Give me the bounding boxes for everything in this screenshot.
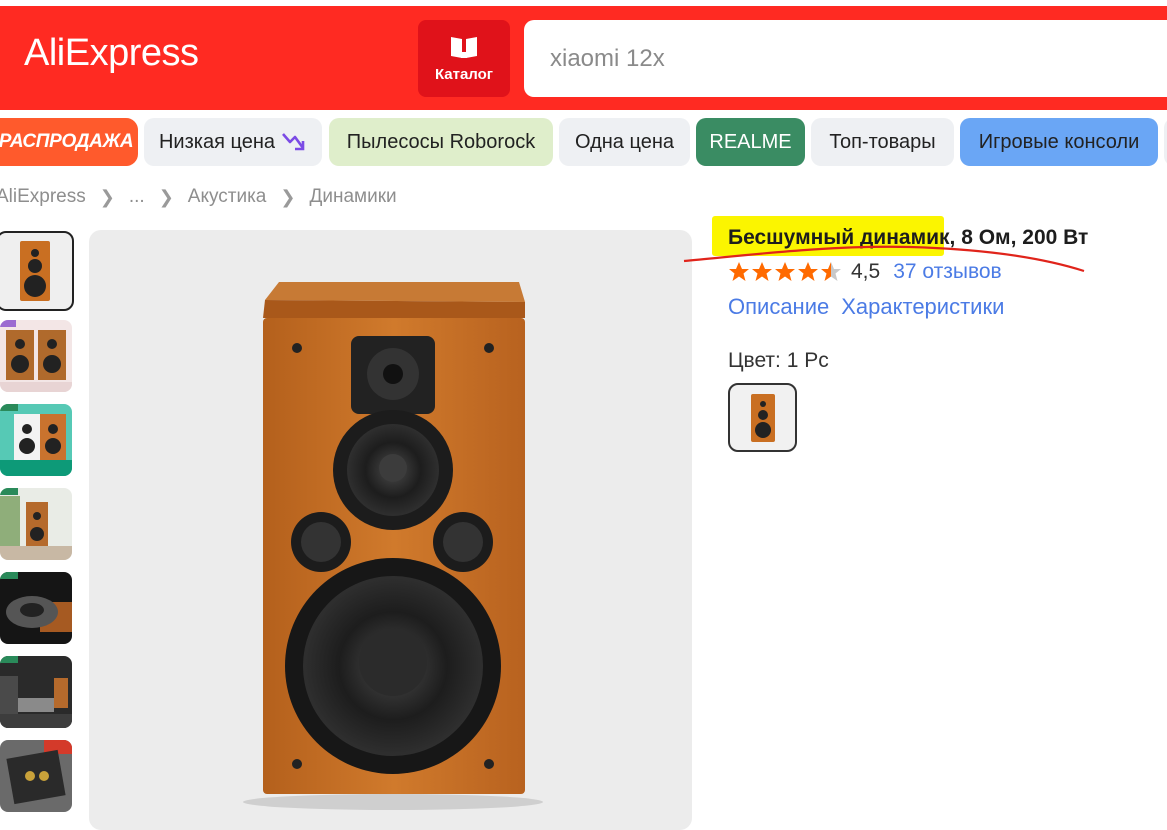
header-bar: AliExpress Каталог	[0, 0, 1167, 110]
thumbnail-3[interactable]	[0, 404, 72, 476]
chip-game-consoles[interactable]: Игровые консоли	[960, 118, 1158, 166]
livingroom-speaker-image	[0, 656, 72, 728]
reviews-link[interactable]: 37 отзывов	[893, 260, 1002, 284]
star-icon	[752, 262, 772, 281]
crossover-board-image	[6, 740, 72, 805]
thumbnail-1[interactable]	[0, 231, 74, 311]
chevron-right-icon: ❯	[99, 186, 115, 207]
tab-description[interactable]: Описание	[728, 294, 829, 320]
search-box[interactable]	[524, 20, 1167, 97]
color-option-1pc[interactable]	[728, 383, 797, 452]
thumbnail-5[interactable]	[0, 572, 72, 644]
rating-value: 4,5	[851, 260, 881, 283]
product-title-highlighted: Бесшумный динамик,	[728, 226, 956, 249]
chip-vacuum[interactable]: Пылесосы Roborock	[329, 118, 553, 166]
catalog-button[interactable]: Каталог	[418, 20, 510, 97]
product-title-rest: 8 Ом, 200 Вт	[955, 226, 1089, 249]
breadcrumb-home[interactable]: AliExpress	[0, 186, 86, 208]
main-product-image[interactable]	[89, 230, 692, 830]
color-swatch-image	[750, 393, 775, 442]
star-half-icon	[821, 262, 841, 281]
product-tabs: Описание Характеристики	[728, 294, 1016, 320]
star-icon	[775, 262, 795, 281]
color-label: Цвет: 1 Pc	[728, 349, 829, 372]
book-open-icon	[451, 37, 477, 58]
thumbnail-4[interactable]	[0, 488, 72, 560]
breadcrumb: AliExpress ❯ ... ❯ Акустика ❯ Динамики	[0, 184, 397, 210]
chip-realme[interactable]: REALME	[696, 118, 805, 166]
chip-low-price[interactable]: Низкая цена	[144, 118, 322, 166]
product-title: Бесшумный динамик, 8 Ом, 200 Вт	[728, 226, 1088, 250]
aliexpress-logo[interactable]: AliExpress	[24, 32, 199, 75]
star-icon	[729, 262, 749, 281]
chip-low-price-label: Низкая цена	[158, 130, 275, 153]
thumbnail-6[interactable]	[0, 656, 72, 728]
thumbnail-7[interactable]	[0, 740, 72, 812]
thumbnail-2[interactable]	[0, 320, 72, 392]
speaker-image	[243, 282, 543, 810]
star-icon	[798, 262, 818, 281]
chevron-right-icon: ❯	[280, 186, 296, 207]
breadcrumb-ellipsis[interactable]: ...	[129, 186, 145, 208]
room-speaker-image	[0, 488, 72, 560]
chip-one-price[interactable]: Одна цена	[559, 118, 690, 166]
three-way-speaker-image	[0, 404, 72, 476]
woofer-closeup-image	[0, 572, 72, 632]
breadcrumb-acoustics[interactable]: Акустика	[188, 186, 267, 208]
promo-chips: РАСПРОДАЖА Низкая цена Пылесосы Roborock…	[0, 118, 1167, 166]
search-input[interactable]	[548, 43, 1152, 74]
speaker-thumb-image	[20, 241, 50, 301]
catalog-label: Каталог	[434, 66, 494, 83]
chip-sale[interactable]: РАСПРОДАЖА	[0, 118, 138, 166]
header-top-strip	[0, 0, 1167, 6]
rating-row: 4,5 37 отзывов	[728, 258, 1002, 286]
chevron-right-icon: ❯	[158, 186, 174, 207]
breadcrumb-speakers[interactable]: Динамики	[309, 186, 396, 208]
trend-down-icon	[282, 133, 305, 151]
chip-top-goods[interactable]: Топ-товары	[811, 118, 954, 166]
speaker-pair-image	[0, 320, 72, 392]
tab-specs[interactable]: Характеристики	[841, 294, 1004, 320]
rating-stars	[728, 261, 843, 283]
